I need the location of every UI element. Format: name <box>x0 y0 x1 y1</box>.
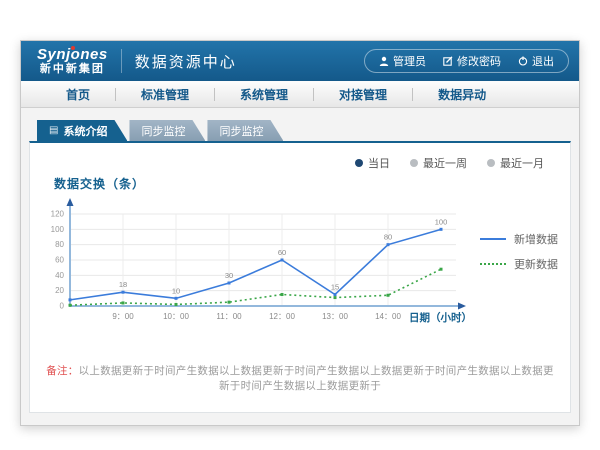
svg-text:60: 60 <box>278 248 286 257</box>
header-divider <box>121 49 122 73</box>
chart-region: 数据交换（条） 0 20 40 60 80 100 120 9：00 10：00 11：00 12：… <box>42 173 558 339</box>
logo-text-cn: 新中新集团 <box>40 64 105 75</box>
time-range-filter: 当日 最近一周 最近一月 <box>42 151 558 171</box>
footnote: 备注：以上数据更新于时间产生数据以上数据更新于时间产生数据以上数据更新于时间产生… <box>42 363 558 393</box>
radio-dot-icon <box>355 159 363 167</box>
change-password-button[interactable]: 修改密码 <box>443 53 501 69</box>
logo: Synjones 新中新集团 <box>37 47 108 75</box>
radio-today[interactable]: 当日 <box>355 155 390 171</box>
document-icon: ▤ <box>49 126 58 136</box>
app-window: Synjones 新中新集团 数据资源中心 管理员 修改密码 退出 首页 标准管… <box>20 40 580 426</box>
svg-text:15: 15 <box>331 283 339 292</box>
y-axis-title: 数据交换（条） <box>54 175 474 192</box>
solid-line-icon <box>480 238 506 240</box>
svg-text:100: 100 <box>435 217 448 226</box>
svg-text:14：00: 14：00 <box>375 312 401 321</box>
svg-text:20: 20 <box>55 286 64 295</box>
legend-label: 更新数据 <box>514 256 558 272</box>
logout-button[interactable]: 退出 <box>518 53 554 69</box>
svg-text:日期（小时）: 日期（小时） <box>409 311 472 324</box>
tab-label: 同步监控 <box>141 123 185 139</box>
change-password-label: 修改密码 <box>457 53 501 69</box>
power-icon <box>518 56 528 66</box>
user-icon <box>379 56 389 66</box>
radio-dot-icon <box>410 159 418 167</box>
content-area: ▤ 系统介绍 同步监控 同步监控 当日 最近一周 <box>21 108 579 425</box>
svg-text:80: 80 <box>384 233 392 242</box>
svg-text:9：00: 9：00 <box>112 312 134 321</box>
tab-sync-monitor-1[interactable]: 同步监控 <box>129 120 205 141</box>
svg-text:0: 0 <box>60 302 65 311</box>
footnote-text: 以上数据更新于时间产生数据以上数据更新于时间产生数据以上数据更新于时间产生数据以… <box>79 365 554 392</box>
svg-text:40: 40 <box>55 271 64 280</box>
radio-last-week[interactable]: 最近一周 <box>410 155 467 171</box>
tab-system-intro[interactable]: ▤ 系统介绍 <box>37 120 127 141</box>
radio-last-month[interactable]: 最近一月 <box>487 155 544 171</box>
nav-item-data-change[interactable]: 数据异动 <box>413 86 511 103</box>
nav-item-system-mgmt[interactable]: 系统管理 <box>215 86 313 103</box>
nav-item-interface-mgmt[interactable]: 对接管理 <box>314 86 412 103</box>
svg-text:12：00: 12：00 <box>269 312 295 321</box>
svg-text:10: 10 <box>172 286 180 295</box>
svg-text:18: 18 <box>119 280 127 289</box>
radio-dot-icon <box>487 159 495 167</box>
svg-text:60: 60 <box>55 256 64 265</box>
legend-item-updated-data[interactable]: 更新数据 <box>480 256 558 272</box>
main-nav: 首页 标准管理 系统管理 对接管理 数据异动 <box>21 81 579 108</box>
nav-item-standard-mgmt[interactable]: 标准管理 <box>116 86 214 103</box>
legend-label: 新增数据 <box>514 231 558 247</box>
line-chart: 0 20 40 60 80 100 120 9：00 10：00 11：00 12：00 13：00 1… <box>42 194 474 334</box>
tab-sync-monitor-2[interactable]: 同步监控 <box>207 120 283 141</box>
logout-label: 退出 <box>532 53 554 69</box>
edit-icon <box>443 56 453 66</box>
svg-text:100: 100 <box>51 225 65 234</box>
footnote-prefix: 备注： <box>46 365 78 377</box>
radio-label: 最近一周 <box>423 155 467 171</box>
chart-legend: 新增数据 更新数据 <box>480 231 558 339</box>
header-actions: 管理员 修改密码 退出 <box>364 49 569 73</box>
user-button[interactable]: 管理员 <box>379 53 426 69</box>
nav-item-home[interactable]: 首页 <box>41 86 115 103</box>
chart-panel: 当日 最近一周 最近一月 数据交换（条） 0 20 40 60 80 100 120 9：00… <box>29 141 571 413</box>
logo-red-dot-icon <box>71 46 75 50</box>
tab-label: 同步监控 <box>219 123 263 139</box>
tab-label: 系统介绍 <box>63 123 107 139</box>
svg-text:80: 80 <box>55 240 64 249</box>
header: Synjones 新中新集团 数据资源中心 管理员 修改密码 退出 <box>21 41 579 81</box>
tab-bar: ▤ 系统介绍 同步监控 同步监控 <box>37 120 571 141</box>
svg-text:30: 30 <box>225 271 233 280</box>
svg-text:13：00: 13：00 <box>322 312 348 321</box>
svg-text:10：00: 10：00 <box>163 312 189 321</box>
svg-text:11：00: 11：00 <box>216 312 242 321</box>
legend-item-new-data[interactable]: 新增数据 <box>480 231 558 247</box>
svg-text:120: 120 <box>51 210 65 219</box>
radio-label: 最近一月 <box>500 155 544 171</box>
dotted-line-icon <box>480 263 506 265</box>
page-title: 数据资源中心 <box>135 51 237 72</box>
radio-label: 当日 <box>368 155 390 171</box>
user-label: 管理员 <box>393 53 426 69</box>
